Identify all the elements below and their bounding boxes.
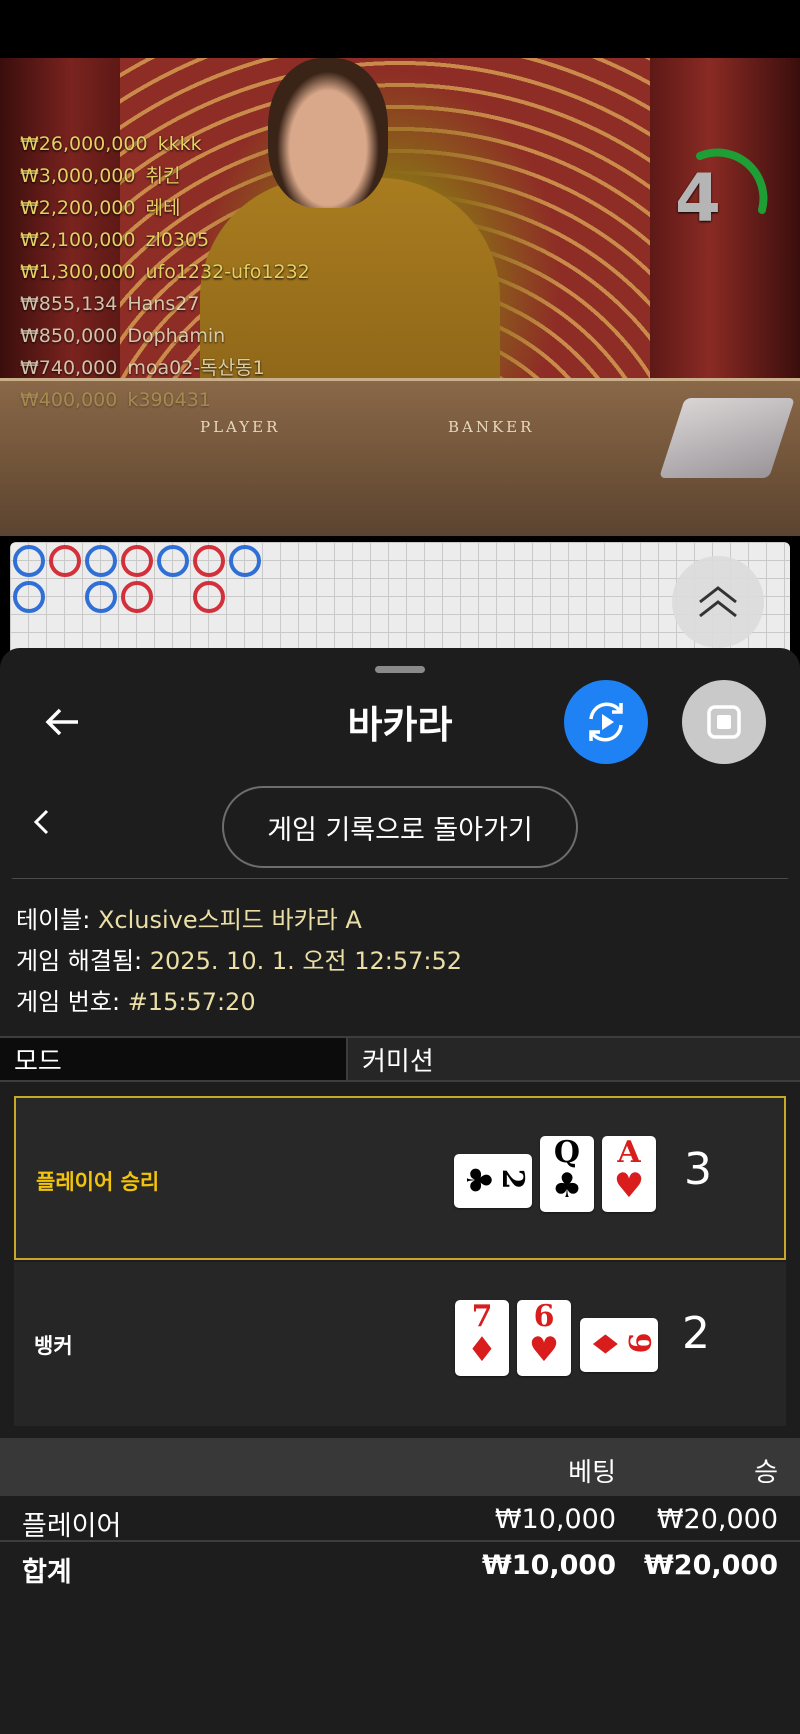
felt-banker-label: BANKER: [448, 418, 535, 436]
stop-square-icon: [707, 705, 741, 739]
banker-hand: 뱅커 7 ♦ 6 ♥ 9 ♦ 2: [14, 1262, 786, 1426]
bead-player: [157, 545, 189, 577]
bead-player: [229, 545, 261, 577]
bead-banker: [49, 545, 81, 577]
playing-card: 9 ♦: [580, 1318, 658, 1372]
live-replay-button[interactable]: [564, 680, 648, 764]
player-result-label: 플레이어 승리: [36, 1170, 160, 1194]
winner-row: ₩740,000 moa02-독산동1: [20, 357, 265, 379]
winner-row: ₩400,000 k390431: [20, 389, 211, 411]
playing-card: Q ♣: [540, 1136, 594, 1212]
playing-card: 2 ♣: [454, 1154, 532, 1208]
bead-banker: [193, 545, 225, 577]
bead-player: [85, 545, 117, 577]
winners-list: ₩26,000,000 kkkk ₩3,000,000 취킨 ₩2,200,000 레…: [20, 128, 310, 416]
bead-banker: [121, 581, 153, 613]
winner-row: ₩2,200,000 레테: [20, 197, 181, 219]
bet-table: 베팅 승 플레이어 ₩10,000 ₩20,000 합계 ₩10,000 ₩20…: [0, 1438, 800, 1588]
stop-button[interactable]: [682, 680, 766, 764]
double-chevron-up-icon: [699, 586, 737, 618]
playing-card: A ♥: [602, 1136, 656, 1212]
collapse-button[interactable]: [672, 556, 764, 648]
tab-mode[interactable]: 모드: [0, 1038, 348, 1080]
winner-row: ₩26,000,000 kkkk: [20, 133, 202, 155]
bead-banker: [193, 581, 225, 613]
previous-button[interactable]: [32, 802, 60, 842]
total-row: 합계 ₩10,000 ₩20,000: [0, 1542, 800, 1588]
bead-player: [13, 545, 45, 577]
live-video[interactable]: PLAYER BANKER ₩26,000,000 kkkk ₩3,000,000…: [0, 58, 800, 536]
player-score: 3: [684, 1144, 712, 1195]
winner-row: ₩2,100,000 zl0305: [20, 229, 210, 251]
playing-card: 6 ♥: [517, 1300, 571, 1376]
countdown-number: 4: [675, 160, 721, 237]
winner-row: ₩850,000 Dophamin: [20, 325, 226, 347]
game-history-sheet: 바카라 게임 기록으로 돌아가기 테이블: Xclusive스피드 바카라 A …: [0, 648, 800, 1734]
header-win: 승: [754, 1458, 778, 1488]
banker-result-label: 뱅커: [34, 1334, 73, 1358]
winner-row: ₩855,134 Hans27: [20, 293, 200, 315]
info-resolved: 게임 해결됨: 2025. 10. 1. 오전 12:57:52: [16, 947, 463, 975]
chevron-left-icon: [33, 809, 49, 835]
info-game-number: 게임 번호: #15:57:20: [16, 988, 256, 1016]
playing-card: 7 ♦: [455, 1300, 509, 1376]
bead-player: [13, 581, 45, 613]
live-replay-icon: [589, 702, 623, 742]
table-row: 플레이어 ₩10,000 ₩20,000: [0, 1496, 800, 1542]
tabs: 모드 커미션: [0, 1036, 800, 1082]
info-table: 테이블: Xclusive스피드 바카라 A: [16, 906, 362, 934]
winner-row: ₩1,300,000 ufo1232-ufo1232: [20, 261, 310, 283]
bead-banker: [121, 545, 153, 577]
back-to-history-button[interactable]: 게임 기록으로 돌아가기: [222, 786, 578, 868]
winner-row: ₩3,000,000 취킨: [20, 165, 181, 187]
felt-player-label: PLAYER: [200, 418, 281, 436]
tab-commission[interactable]: 커미션: [348, 1038, 800, 1080]
divider: [12, 878, 788, 879]
status-bar: [0, 0, 800, 58]
bet-table-header: 베팅 승: [0, 1438, 800, 1496]
header-bet: 베팅: [568, 1458, 616, 1488]
bead-player: [85, 581, 117, 613]
sheet-drag-handle[interactable]: [375, 666, 425, 673]
player-hand: 플레이어 승리 2 ♣ Q ♣ A ♥ 3: [14, 1096, 786, 1260]
banker-score: 2: [682, 1308, 710, 1359]
page-title: 바카라: [347, 703, 453, 747]
